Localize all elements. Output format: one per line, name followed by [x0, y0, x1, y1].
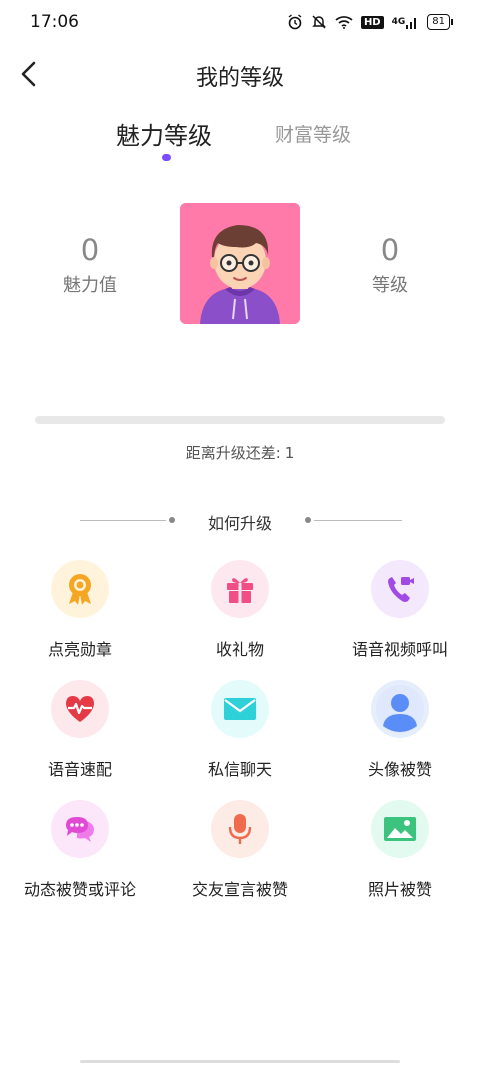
hd-badge: HD [360, 15, 384, 29]
progress-label: 距离升级还差: [185, 444, 281, 462]
method-moment-liked-or-commented[interactable]: 动态被赞或评论 [0, 800, 160, 900]
page-title: 我的等级 [195, 66, 284, 91]
method-label: 语音速配 [47, 760, 112, 779]
status-icons: HD 4G 81 [287, 14, 453, 30]
tab-indicator [162, 154, 171, 161]
method-voice-match[interactable]: 语音速配 [0, 680, 160, 780]
method-label: 头像被赞 [367, 760, 432, 779]
alarm-icon [287, 14, 303, 30]
user-icon [371, 680, 429, 738]
charm-value: 0 [80, 233, 100, 267]
avatar [180, 203, 300, 324]
level-label: 等级 [372, 275, 408, 296]
how-to-upgrade-divider: 如何升级 [0, 510, 480, 534]
signal-icon: 4G [392, 15, 420, 29]
method-photo-liked[interactable]: 照片被赞 [320, 800, 480, 900]
status-time: 17:06 [30, 12, 79, 32]
home-indicator [80, 1060, 400, 1063]
divider-dot-right [305, 517, 311, 523]
header: 我的等级 [0, 52, 480, 96]
mute-bell-icon [311, 14, 327, 30]
charm-value-label: 魅力值 [63, 275, 117, 296]
microphone-icon [211, 800, 269, 858]
level-value: 0 [380, 233, 400, 267]
mail-icon [211, 680, 269, 738]
chat-bubble-icon [51, 800, 109, 858]
method-private-chat[interactable]: 私信聊天 [160, 680, 320, 780]
method-label: 点亮勋章 [47, 640, 112, 659]
wifi-icon [335, 15, 353, 29]
network-label: 4G [391, 17, 406, 27]
level-tabs: 魅力等级 财富等级 [0, 112, 480, 168]
tab-wealth-level[interactable]: 财富等级 [275, 120, 351, 147]
image-icon [371, 800, 429, 858]
how-to-upgrade-title: 如何升级 [207, 514, 272, 533]
method-label: 照片被赞 [367, 880, 432, 899]
method-avatar-liked[interactable]: 头像被赞 [320, 680, 480, 780]
progress-remaining: 1 [284, 444, 295, 462]
method-light-medal[interactable]: 点亮勋章 [0, 560, 160, 660]
method-label: 收礼物 [215, 640, 264, 659]
medal-icon [51, 560, 109, 618]
method-label: 交友宣言被赞 [191, 880, 288, 899]
tab-charm-level[interactable]: 魅力等级 [116, 116, 212, 151]
method-declaration-liked[interactable]: 交友宣言被赞 [160, 800, 320, 900]
level-progress-bar [35, 416, 445, 424]
phone-video-icon [371, 560, 429, 618]
level-stat: 0 等级 [330, 233, 450, 297]
method-label: 语音视频呼叫 [351, 640, 448, 659]
method-label: 私信聊天 [207, 760, 272, 779]
method-receive-gift[interactable]: 收礼物 [160, 560, 320, 660]
method-voice-video-call[interactable]: 语音视频呼叫 [320, 560, 480, 660]
progress-text: 距离升级还差: 1 [0, 442, 480, 463]
status-bar: 17:06 HD 4G 81 [0, 0, 480, 44]
divider-line-right [314, 520, 402, 521]
heartbeat-icon [51, 680, 109, 738]
gift-icon [211, 560, 269, 618]
charm-value-stat: 0 魅力值 [30, 233, 150, 297]
battery-icon: 81 [427, 14, 453, 30]
avatar-illustration [180, 203, 300, 324]
method-label: 动态被赞或评论 [23, 880, 136, 899]
